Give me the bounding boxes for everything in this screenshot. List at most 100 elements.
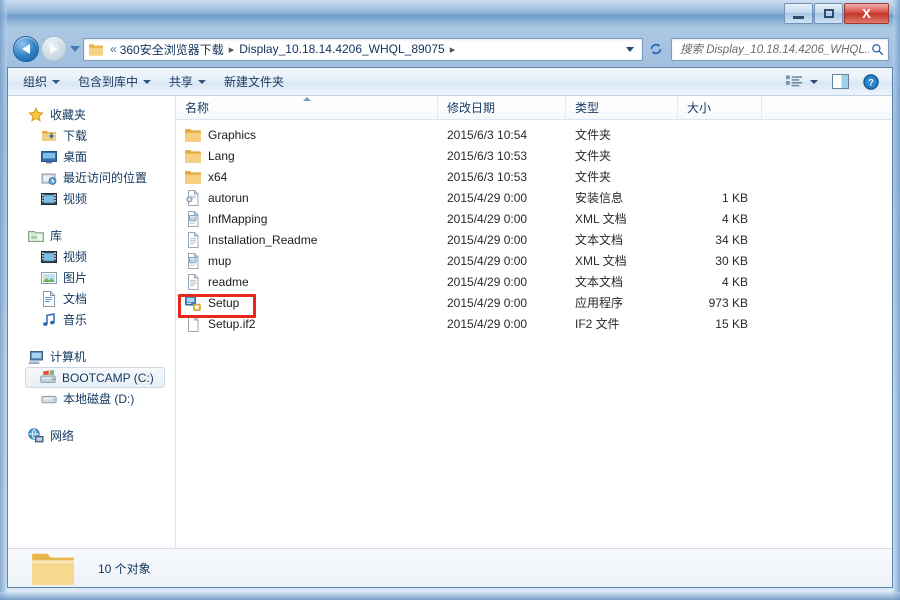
help-button[interactable]: ? [856,72,886,92]
sidebar-label: 库 [50,229,63,243]
folder-icon [185,149,201,163]
sidebar-item-libraries[interactable]: 库 [8,225,175,246]
table-row[interactable]: Setup 2015/4/29 0:00 应用程序 973 KB [176,292,892,313]
sidebar-item-network[interactable]: 网络 [8,425,175,446]
file-name-cell[interactable]: Installation_Readme [176,231,438,248]
svg-text:?: ? [868,77,874,87]
file-name-cell[interactable]: Setup.if2 [176,315,438,332]
nav-gap [8,411,175,425]
nav-group-network: 网络 [8,425,175,446]
sidebar-item-favorites[interactable]: 收藏夹 [8,104,175,125]
file-name-label: x64 [208,169,228,184]
arrow-left-icon [22,44,30,54]
file-name-cell[interactable]: x64 [176,169,438,185]
video-icon [41,250,57,263]
breadcrumb-item-0[interactable]: 360安全浏览器下载 [120,41,224,58]
file-name-cell[interactable]: Graphics [176,127,438,143]
sidebar-item-downloads[interactable]: 下载 [8,125,175,146]
command-new-folder[interactable]: 新建文件夹 [215,70,293,93]
folder-icon [185,128,201,142]
sidebar-item-videos[interactable]: 视频 [8,246,175,267]
column-header-type-label: 类型 [575,101,600,115]
back-button[interactable] [13,36,39,62]
table-row[interactable]: Lang 2015/6/3 10:53 文件夹 [176,145,892,166]
file-name-cell[interactable]: readme [176,273,438,290]
file-date-cell: 2015/6/3 10:53 [447,169,528,184]
title-bar[interactable]: X [0,0,900,30]
file-name-label: Setup.if2 [208,316,256,331]
table-row[interactable]: <> mup 2015/4/29 0:00 XML 文档 30 KB [176,250,892,271]
file-name-cell[interactable]: <> InfMapping [176,210,438,227]
sidebar-item-videos-fav[interactable]: 视频 [8,188,175,209]
sidebar-label: 最近访问的位置 [63,171,148,185]
command-include-in-library[interactable]: 包含到库中 [69,70,160,93]
command-share[interactable]: 共享 [160,70,215,93]
navigation-pane: 收藏夹 下载 桌面 最近访问的位置 视频 库 视频 图片 文档 音乐 计算机 B… [8,96,176,548]
file-name-label: Lang [208,148,235,163]
table-row[interactable]: Setup.if2 2015/4/29 0:00 IF2 文件 15 KB [176,313,892,334]
sidebar-item-computer[interactable]: 计算机 [8,346,175,367]
file-list-pane: 名称 修改日期 类型 大小 Graphics 2015/6/3 10:54 文件夹 L… [176,96,892,548]
refresh-button[interactable] [645,38,667,61]
command-organize[interactable]: 组织 [14,70,69,93]
help-icon: ? [863,73,879,90]
explorer-split: 收藏夹 下载 桌面 最近访问的位置 视频 库 视频 图片 文档 音乐 计算机 B… [8,96,892,548]
address-dropdown-chevron-icon[interactable] [626,46,634,52]
svg-text:<>: <> [190,257,195,262]
sidebar-label: 本地磁盘 (D:) [63,392,135,406]
file-type-cell: 应用程序 [575,296,624,310]
breadcrumb-separator-1[interactable]: ▸ [450,43,456,56]
column-header-size[interactable]: 大小 [678,96,762,119]
file-name-label: Setup [208,295,240,310]
table-row[interactable]: readme 2015/4/29 0:00 文本文档 4 KB [176,271,892,292]
forward-button[interactable] [41,36,67,62]
column-header-type[interactable]: 类型 [566,96,678,119]
client-area: 组织 包含到库中 共享 新建文件夹 ? 收藏夹 下载 桌面 最近访问的位置 视频… [7,67,893,588]
sidebar-item-local-disk-d[interactable]: 本地磁盘 (D:) [8,388,175,409]
address-bar[interactable]: « 360安全浏览器下载 ▸ Display_10.18.14.4206_WHQ… [83,37,643,61]
maximize-button[interactable] [814,3,843,24]
column-header-name[interactable]: 名称 [176,96,438,119]
table-row[interactable]: Installation_Readme 2015/4/29 0:00 文本文档 34 … [176,229,892,250]
sidebar-item-music[interactable]: 音乐 [8,309,175,330]
search-box[interactable]: 搜索 Display_10.18.14.4206_WHQL... [671,37,889,61]
file-date-cell: 2015/6/3 10:53 [447,148,528,163]
file-size-cell: 4 KB [721,211,748,226]
file-name-cell[interactable]: autorun [176,189,438,206]
column-header-row: 名称 修改日期 类型 大小 [176,96,892,120]
recent-pages-chevron-icon[interactable] [70,46,80,52]
minimize-button[interactable] [784,3,813,24]
sidebar-label: 音乐 [63,313,88,327]
close-button[interactable]: X [844,3,889,24]
file-type-cell: XML 文档 [575,212,627,226]
window-controls: X [783,3,889,24]
sidebar-item-bootcamp-c[interactable]: BOOTCAMP (C:) [25,367,165,388]
preview-pane-button[interactable] [825,72,856,91]
sidebar-label: 视频 [63,192,88,206]
view-mode-button[interactable] [779,73,825,91]
pictures-icon [41,271,57,284]
sidebar-item-recent-places[interactable]: 最近访问的位置 [8,167,175,188]
sidebar-item-desktop[interactable]: 桌面 [8,146,175,167]
file-name-cell[interactable]: <> mup [176,252,438,269]
file-date-cell: 2015/4/29 0:00 [447,232,528,247]
table-row[interactable]: x64 2015/6/3 10:53 文件夹 [176,166,892,187]
table-row[interactable]: Graphics 2015/6/3 10:54 文件夹 [176,124,892,145]
breadcrumb-separator-0[interactable]: ▸ [229,43,235,56]
table-row[interactable]: <> InfMapping 2015/4/29 0:00 XML 文档 4 KB [176,208,892,229]
chevron-down-icon [52,79,61,84]
breadcrumb-overflow[interactable]: « [110,42,117,56]
file-type-cell: 文本文档 [575,233,624,247]
file-date-cell: 2015/4/29 0:00 [447,316,528,331]
file-name-cell[interactable]: Setup [176,295,438,311]
sidebar-item-pictures[interactable]: 图片 [8,267,175,288]
breadcrumb-item-1[interactable]: Display_10.18.14.4206_WHQL_89075 [239,42,444,56]
address-bar-row: « 360安全浏览器下载 ▸ Display_10.18.14.4206_WHQ… [7,31,893,67]
view-list-icon [786,74,803,86]
file-type-cell: 文件夹 [575,170,612,184]
search-input[interactable]: 搜索 Display_10.18.14.4206_WHQL... [680,41,869,57]
file-name-cell[interactable]: Lang [176,148,438,164]
sidebar-item-documents[interactable]: 文档 [8,288,175,309]
table-row[interactable]: autorun 2015/4/29 0:00 安装信息 1 KB [176,187,892,208]
column-header-date[interactable]: 修改日期 [438,96,566,119]
